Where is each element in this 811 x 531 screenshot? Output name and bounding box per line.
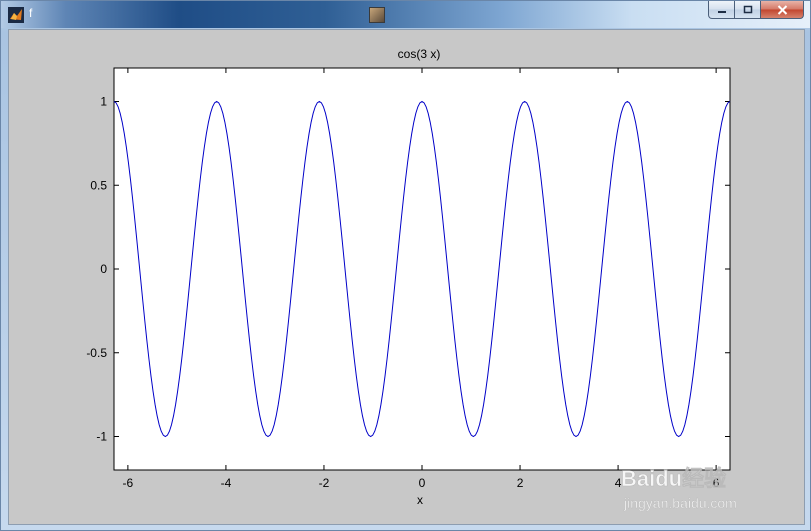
taskbar-thumbnail-icon [369,7,385,23]
close-icon [777,4,787,15]
watermark-sub: jingyan.baidu.com [623,495,737,511]
title-bar[interactable]: f [1,1,810,28]
window-title: f [29,6,33,20]
minimize-button[interactable] [708,1,735,19]
x-tick-label: -6 [123,476,134,490]
watermark: Baidu经验 jingyan.baidu.com [621,466,737,512]
x-tick-label: -4 [221,476,232,490]
y-tick-label: -1 [96,430,107,444]
chart-svg: cos(3 x) -6 -4 -2 0 2 4 6-1-0.500.51 x Baidu经验… [86,47,737,512]
axes-box [113,67,731,471]
minimize-icon [717,10,726,13]
y-tick-label: 0.5 [90,178,107,192]
y-tick-label: -0.5 [86,346,107,360]
y-tick-label: 1 [100,95,107,109]
chart-title: cos(3 x) [398,47,441,61]
x-tick-label: -2 [319,476,330,490]
figure-window: f cos(3 x) -6 -4 -2 0 2 4 6 -1 -0.5 0 0.5 1 x [0,0,811,531]
maximize-button[interactable] [735,1,761,19]
matlab-icon [8,7,24,23]
x-tick-label: 0 [419,476,426,490]
caption-buttons [708,1,804,19]
x-tick-label: 2 [517,476,524,490]
watermark-main: Baidu经验 [621,466,726,491]
x-axis-label: x [417,493,423,507]
y-tick-label: 0 [100,262,107,276]
close-button[interactable] [761,1,804,19]
figure-canvas: cos(3 x) -6 -4 -2 0 2 4 6 -1 -0.5 0 0.5 1 x Baidu经验… [8,29,805,525]
maximize-icon [743,5,752,14]
